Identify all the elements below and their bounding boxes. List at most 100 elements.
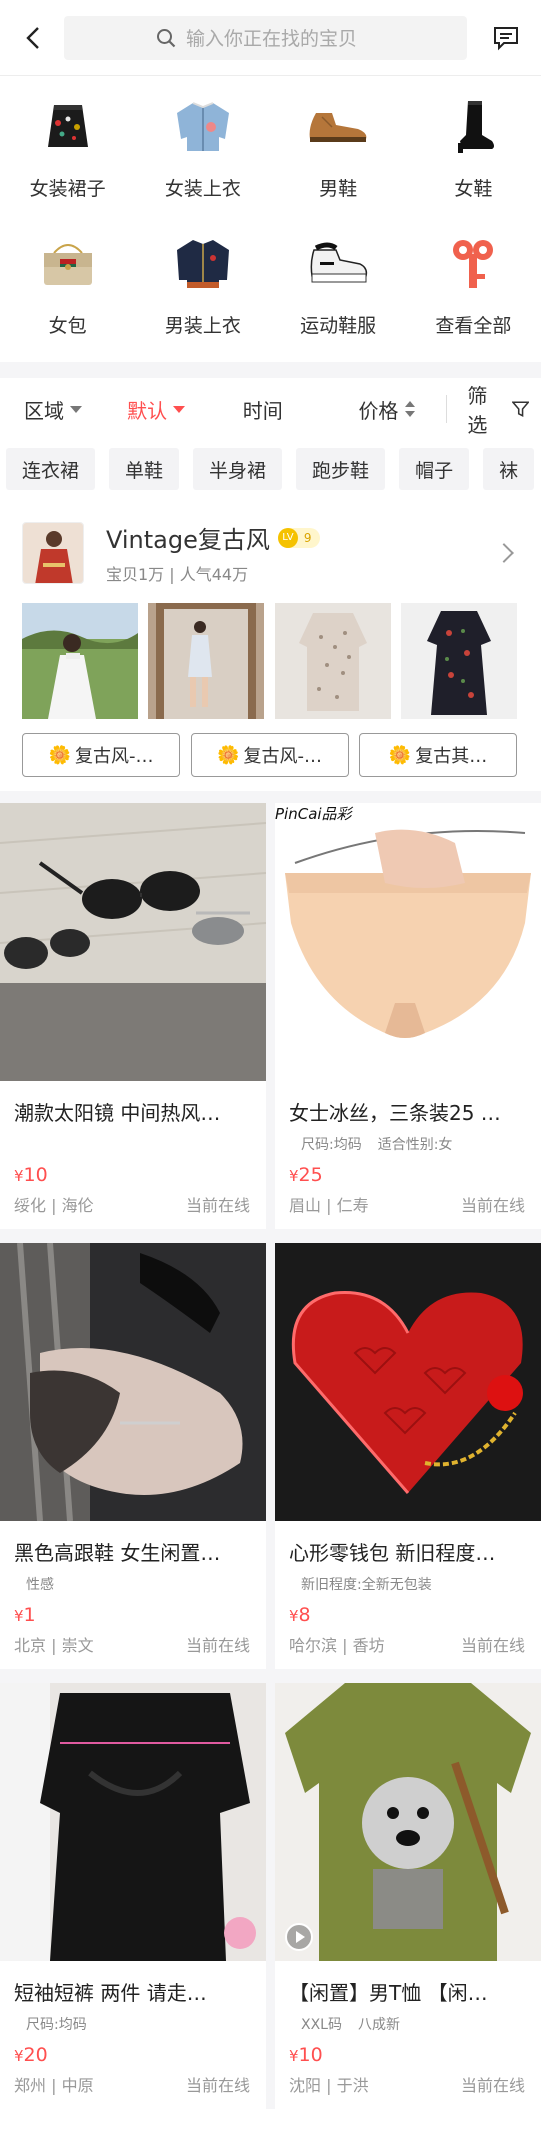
product-title: 【闲置】男T恤 【闲… — [289, 1981, 488, 2005]
filter-screen[interactable]: 筛选 — [467, 380, 530, 438]
product-feed: 潮款太阳镜 中间热风… ¥10 绥化 | 海伦 当前在线 PinCai品彩 女士冰… — [0, 791, 541, 2109]
collection-button[interactable]: 🌼 复古其… — [359, 733, 517, 777]
category-men-shoes[interactable]: 男鞋 — [271, 92, 406, 201]
product-card[interactable]: 黑色高跟鞋 女生闲置… 性感 ¥1 北京 | 崇文 当前在线 — [0, 1243, 266, 1669]
shop-stats: 宝贝1万 | 人气44万 — [106, 565, 249, 584]
seller-status: 当前在线 — [185, 1196, 250, 1215]
currency-symbol: ¥ — [14, 1607, 24, 1625]
search-input[interactable]: 输入你正在找的宝贝 — [64, 15, 467, 60]
product-card[interactable]: 短袖短裤 两件 请走… 尺码:均码 ¥20 郑州 | 中原 当前在线 — [0, 1683, 266, 2109]
filter-region-label: 区域 — [24, 398, 64, 423]
product-price: ¥1 — [0, 1594, 266, 1626]
shop-photo[interactable] — [274, 603, 391, 719]
jacket-icon — [168, 92, 238, 162]
category-men-tops[interactable]: 男装上衣 — [135, 229, 270, 338]
tag-chip[interactable]: 单鞋 — [109, 448, 180, 490]
product-price: ¥10 — [275, 2034, 541, 2066]
flower-icon: 🌼 — [217, 744, 240, 766]
filter-region[interactable]: 区域 — [24, 395, 127, 424]
product-attr: 尺码:均码 — [26, 2017, 87, 2033]
level-icon: LV — [277, 527, 298, 548]
category-label: 女装上衣 — [164, 178, 241, 200]
play-video-icon[interactable] — [285, 1923, 313, 1951]
skirt-icon — [33, 92, 103, 162]
collection-button[interactable]: 🌼 复古风-… — [190, 733, 349, 777]
category-women-shoes[interactable]: 女鞋 — [406, 92, 541, 201]
product-card[interactable]: PinCai品彩 女士冰丝，三条装25 … 尺码:均码 适合性别:女 ¥25 眉山… — [275, 803, 541, 1229]
product-title: 潮款太阳镜 中间热风… — [14, 1101, 221, 1125]
product-attr: 适合性别:女 — [377, 1137, 453, 1153]
product-card[interactable]: 【闲置】男T恤 【闲… XXL码 八成新 ¥10 沈阳 | 于洪 当前在线 — [275, 1683, 541, 2109]
tag-chip[interactable]: 袜 — [483, 448, 535, 490]
product-image — [0, 1683, 266, 1961]
filter-price[interactable]: 价格 — [358, 395, 440, 424]
price-value: 1 — [23, 1604, 36, 1626]
top-bar: 输入你正在找的宝贝 — [0, 0, 541, 76]
sneaker-icon — [303, 229, 373, 299]
seller-status: 当前在线 — [460, 1636, 525, 1655]
product-location: 沈阳 | 于洪 — [289, 2076, 369, 2095]
product-title: 黑色高跟鞋 女生闲置… — [14, 1541, 221, 1565]
shop-photo[interactable] — [22, 603, 138, 719]
product-attr: 八成新 — [357, 2017, 400, 2033]
caret-down-icon — [173, 405, 186, 413]
shop-photo[interactable] — [148, 603, 265, 719]
handbag-icon — [33, 229, 103, 299]
shop-card[interactable]: Vintage复古风 LV 9 宝贝1万 | 人气44万 🌼 复古风-… 🌼 复… — [0, 510, 541, 791]
tag-chip[interactable]: 帽子 — [399, 448, 470, 490]
filter-time-label: 时间 — [242, 398, 283, 423]
filter-price-label: 价格 — [358, 398, 399, 423]
product-footer: 北京 | 崇文 当前在线 — [0, 1626, 266, 1656]
currency-symbol: ¥ — [14, 2047, 24, 2065]
shop-photo[interactable] — [400, 603, 517, 719]
currency-symbol: ¥ — [289, 2047, 299, 2065]
price-value: 10 — [298, 2044, 323, 2066]
filter-divider — [446, 395, 448, 423]
product-image — [275, 1683, 541, 1961]
price-value: 25 — [298, 1164, 323, 1186]
category-label: 男鞋 — [319, 178, 358, 200]
men-shoe-icon — [303, 92, 373, 162]
category-label: 女鞋 — [454, 178, 493, 200]
search-icon — [157, 28, 176, 47]
category-women-bags[interactable]: 女包 — [0, 229, 135, 338]
category-skirts[interactable]: 女装裙子 — [0, 92, 135, 201]
price-value: 20 — [23, 2044, 48, 2066]
product-card[interactable]: 潮款太阳镜 中间热风… ¥10 绥化 | 海伦 当前在线 — [0, 803, 266, 1229]
tag-chip[interactable]: 跑步鞋 — [296, 448, 386, 490]
product-location: 北京 | 崇文 — [14, 1636, 94, 1655]
product-card[interactable]: 心形零钱包 新旧程度… 新旧程度:全新无包装 ¥8 哈尔滨 | 香坊 当前在线 — [275, 1243, 541, 1669]
category-label: 运动鞋服 — [300, 315, 377, 337]
product-attrs: 尺码:均码 — [0, 2006, 266, 2034]
category-women-tops[interactable]: 女装上衣 — [135, 92, 270, 201]
message-button[interactable] — [489, 18, 523, 58]
tag-chip[interactable]: 连衣裙 — [6, 448, 96, 490]
product-footer: 沈阳 | 于洪 当前在线 — [275, 2066, 541, 2096]
category-sports[interactable]: 运动鞋服 — [271, 229, 406, 338]
product-image — [0, 803, 266, 1081]
funnel-icon — [511, 401, 530, 417]
product-footer: 绥化 | 海伦 当前在线 — [0, 1186, 266, 1216]
collection-button[interactable]: 🌼 复古风-… — [22, 733, 180, 777]
tag-chip[interactable]: 半身裙 — [193, 448, 283, 490]
shop-header: Vintage复古风 LV 9 宝贝1万 | 人气44万 — [22, 520, 517, 585]
filter-time[interactable]: 时间 — [243, 395, 359, 424]
filter-default[interactable]: 默认 — [127, 395, 243, 424]
currency-symbol: ¥ — [14, 1167, 24, 1185]
tag-row: 连衣裙 单鞋 半身裙 跑步鞋 帽子 袜 — [0, 440, 541, 498]
back-button[interactable] — [18, 18, 48, 58]
category-view-all[interactable]: 查看全部 — [406, 229, 541, 338]
product-location: 绥化 | 海伦 — [14, 1196, 94, 1215]
sort-icon — [405, 401, 416, 417]
product-attr: XXL码 — [301, 2017, 342, 2033]
product-footer: 哈尔滨 | 香坊 当前在线 — [275, 1626, 541, 1656]
boot-icon — [438, 92, 508, 162]
flower-icon: 🌼 — [48, 744, 71, 766]
product-price: ¥25 — [275, 1154, 541, 1186]
category-label: 查看全部 — [435, 315, 512, 337]
product-attr: 性感 — [26, 1577, 54, 1593]
chevron-right-icon[interactable] — [494, 542, 514, 563]
chevron-left-icon — [26, 26, 39, 49]
message-icon — [494, 26, 518, 50]
product-price: ¥10 — [0, 1154, 266, 1186]
